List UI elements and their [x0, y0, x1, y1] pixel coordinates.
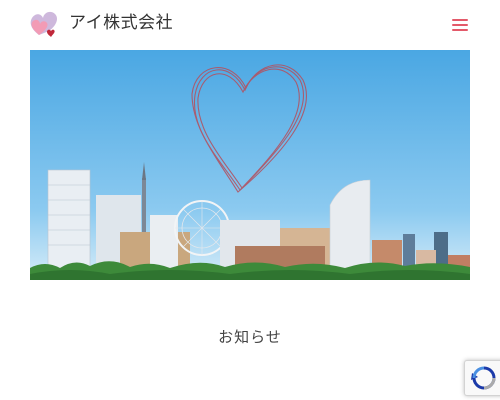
news-section-title: お知らせ: [218, 328, 282, 346]
company-name[interactable]: アイ株式会社: [69, 13, 173, 33]
hamburger-menu-icon[interactable]: [452, 17, 470, 32]
site-header: アイ株式会社: [0, 0, 500, 50]
hero-image: [30, 50, 470, 280]
recaptcha-icon[interactable]: [464, 360, 500, 396]
heart-logo-icon[interactable]: [29, 9, 63, 41]
